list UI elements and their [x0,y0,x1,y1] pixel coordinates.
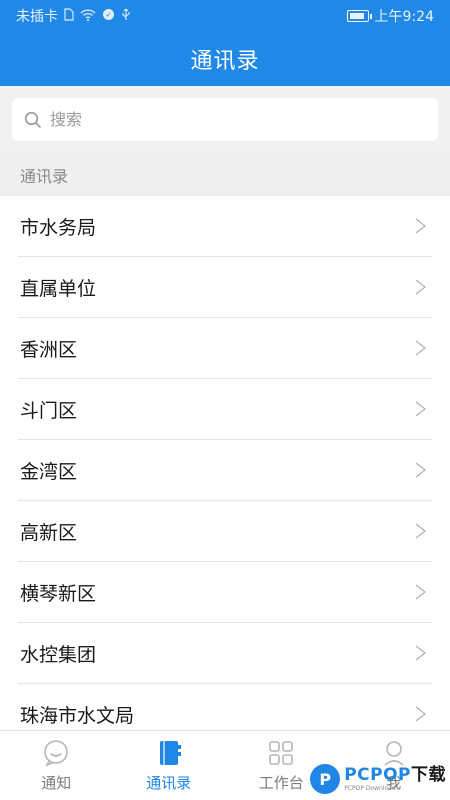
watermark-text: PCPOP下载 PCPOP Download [344,764,446,792]
grid-apps-icon [269,741,294,765]
chevron-right-icon [415,706,427,722]
chevron-right-icon [415,340,427,356]
watermark-suffix: 下载 [411,764,446,785]
status-left: 未插卡 ✓ [16,6,131,26]
contact-list: 市水务局直属单位香洲区斗门区金湾区高新区横琴新区水控集团珠海市水文局 [0,196,450,730]
carrier-text: 未插卡 [16,9,58,25]
section-title: 通讯录 [20,167,69,186]
search-area [0,86,450,154]
contact-row[interactable]: 直属单位 [18,257,432,318]
contact-row[interactable]: 高新区 [18,501,432,562]
battery-icon [346,10,372,22]
title-bar: 通讯录 [0,32,450,86]
chevron-right-icon [415,523,427,539]
watermark-brand: PCPOP下载 [344,764,446,785]
clock-text: 上午9:24 [374,9,434,25]
contact-label: 水控集团 [20,643,97,666]
search-icon [24,111,41,128]
notification-badge-icon: ✓ [102,8,115,24]
contact-label: 香洲区 [20,338,78,361]
contact-row[interactable]: 市水务局 [18,196,432,257]
contact-row[interactable]: 斗门区 [18,379,432,440]
sim-icon [64,8,74,24]
chevron-right-icon [415,584,427,600]
search-input[interactable] [50,110,410,129]
contact-label: 直属单位 [20,277,97,300]
contact-label: 斗门区 [20,399,78,422]
contact-label: 高新区 [20,521,78,544]
svg-text:✓: ✓ [106,11,112,19]
watermark-brand-text: PCPOP [344,764,411,785]
contact-row[interactable]: 珠海市水文局 [18,684,432,730]
tab-label: 通讯录 [146,774,192,792]
chevron-right-icon [415,279,427,295]
contact-row[interactable]: 水控集团 [18,623,432,684]
chevron-right-icon [415,218,427,234]
address-book-icon [159,741,181,765]
tab-label: 工作台 [258,774,304,792]
chevron-right-icon [415,401,427,417]
page-title: 通讯录 [190,49,260,74]
section-header: 通讯录 [0,154,450,196]
tab-label: 通知 [41,774,72,792]
battery-level [349,13,364,19]
search-box[interactable] [12,98,438,141]
contact-label: 市水务局 [20,216,97,239]
chevron-right-icon [415,462,427,478]
chevron-right-icon [415,645,427,661]
contact-label: 金湾区 [20,460,78,483]
watermark-sub: PCPOP Download [344,784,396,792]
contact-label: 珠海市水文局 [20,704,135,727]
contact-row[interactable]: 香洲区 [18,318,432,379]
watermark-logo-icon: P [310,764,341,794]
chat-bubble-icon [44,740,69,767]
contact-row[interactable]: 金湾区 [18,440,432,501]
usb-icon [121,8,131,24]
status-bar: 未插卡 ✓ 上午9:24 [0,0,450,32]
wifi-icon [80,8,96,24]
status-right: 上午9:24 [346,6,434,26]
tab-contacts[interactable]: 通讯录 [113,731,226,800]
contact-row[interactable]: 横琴新区 [18,562,432,623]
tab-notifications[interactable]: 通知 [0,731,113,800]
contact-label: 横琴新区 [20,582,97,605]
watermark: P PCPOP下载 PCPOP Download [310,764,446,794]
